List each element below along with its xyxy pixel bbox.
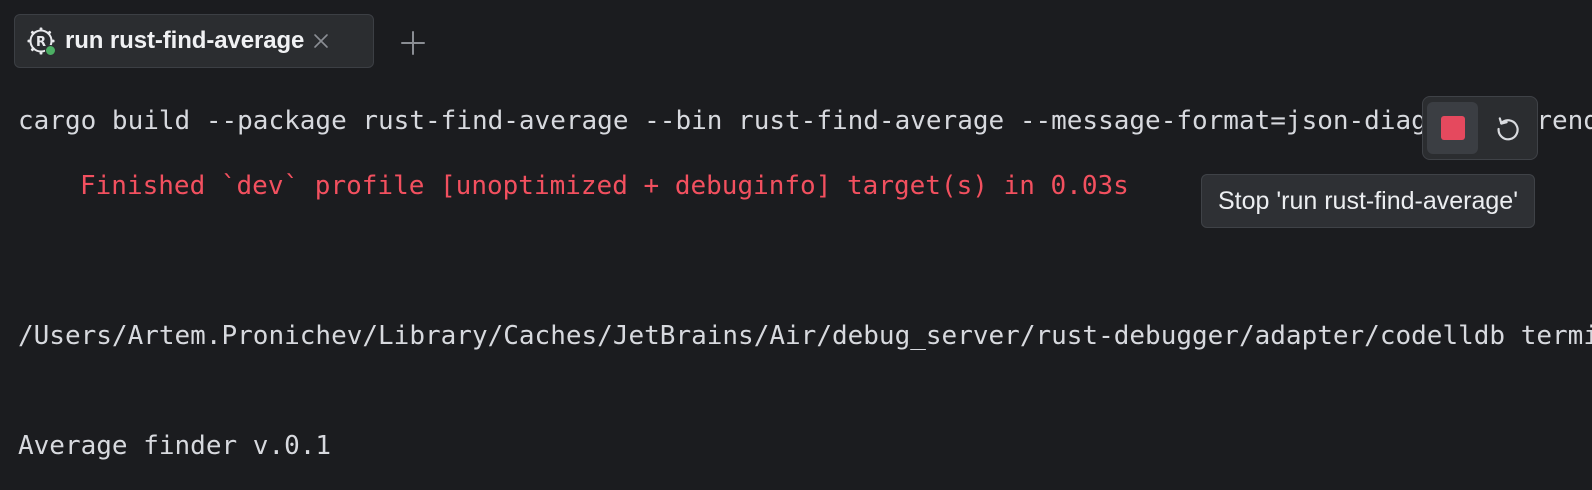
console-line-debugger-path: /Users/Artem.Pronichev/Library/Caches/Je… [18,321,1592,351]
console-output[interactable]: cargo build --package rust-find-average … [0,80,1592,490]
console-line-build-finished: Finished `dev` profile [unoptimized + de… [80,171,1129,201]
stop-icon [1440,116,1465,140]
console-line-command: cargo build --package rust-find-average … [18,106,1592,136]
run-tab-bar: R run rust-find-average [0,0,1592,80]
console-line-program-output: Average finder v.0.1 [18,431,332,461]
rerun-icon [1496,117,1519,141]
run-tool-window: R run rust-find-average cargo build --pa… [0,0,1592,490]
run-controls-toolbar [1422,96,1538,160]
stop-button[interactable] [1427,102,1478,154]
plus-icon[interactable] [398,28,428,58]
tab-run-rust-find-average[interactable]: R run rust-find-average [14,14,374,68]
tab-label: run rust-find-average [65,27,305,54]
running-status-dot [45,45,56,56]
close-icon[interactable] [312,32,330,50]
rust-icon: R [27,27,56,56]
rerun-button[interactable] [1482,102,1533,154]
stop-tooltip: Stop 'run rust-find-average' [1201,174,1535,228]
